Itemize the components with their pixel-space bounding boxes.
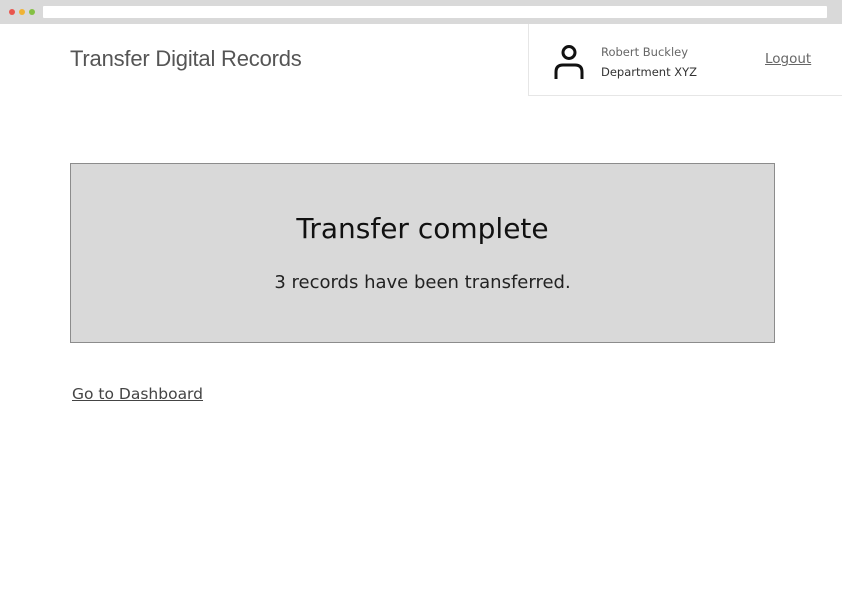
user-name: Robert Buckley — [601, 45, 689, 59]
confirmation-title: Transfer complete — [296, 212, 549, 245]
window-maximize-dot[interactable] — [29, 9, 35, 15]
logout-link[interactable]: Logout — [765, 51, 811, 67]
confirmation-message: 3 records have been transferred. — [274, 272, 571, 293]
user-icon — [553, 44, 585, 80]
user-panel: Robert Buckley Department XYZ Logout — [528, 24, 842, 96]
confirmation-panel: Transfer complete 3 records have been tr… — [70, 163, 775, 343]
page: Transfer Digital Records Robert Buckley … — [0, 0, 842, 595]
window-close-dot[interactable] — [9, 9, 15, 15]
app-title: Transfer Digital Records — [70, 46, 302, 71]
browser-chrome — [0, 0, 842, 24]
window-minimize-dot[interactable] — [19, 9, 25, 15]
address-bar[interactable] — [43, 6, 827, 18]
go-to-dashboard-link[interactable]: Go to Dashboard — [72, 385, 203, 403]
user-department: Department XYZ — [601, 65, 698, 79]
